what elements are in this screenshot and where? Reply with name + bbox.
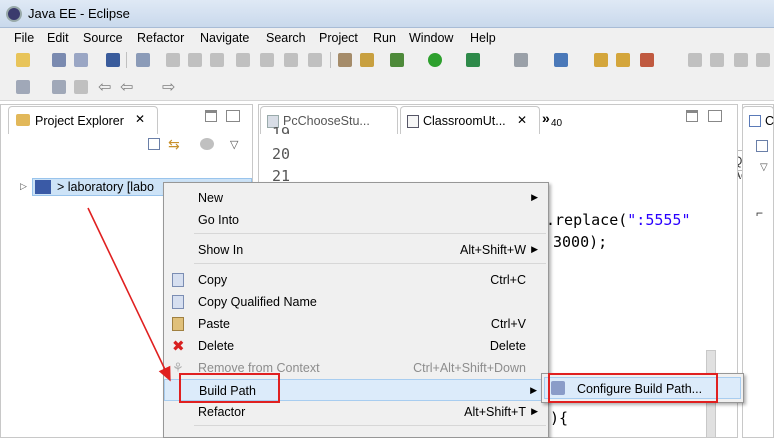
annotation-arrow (87, 207, 171, 382)
